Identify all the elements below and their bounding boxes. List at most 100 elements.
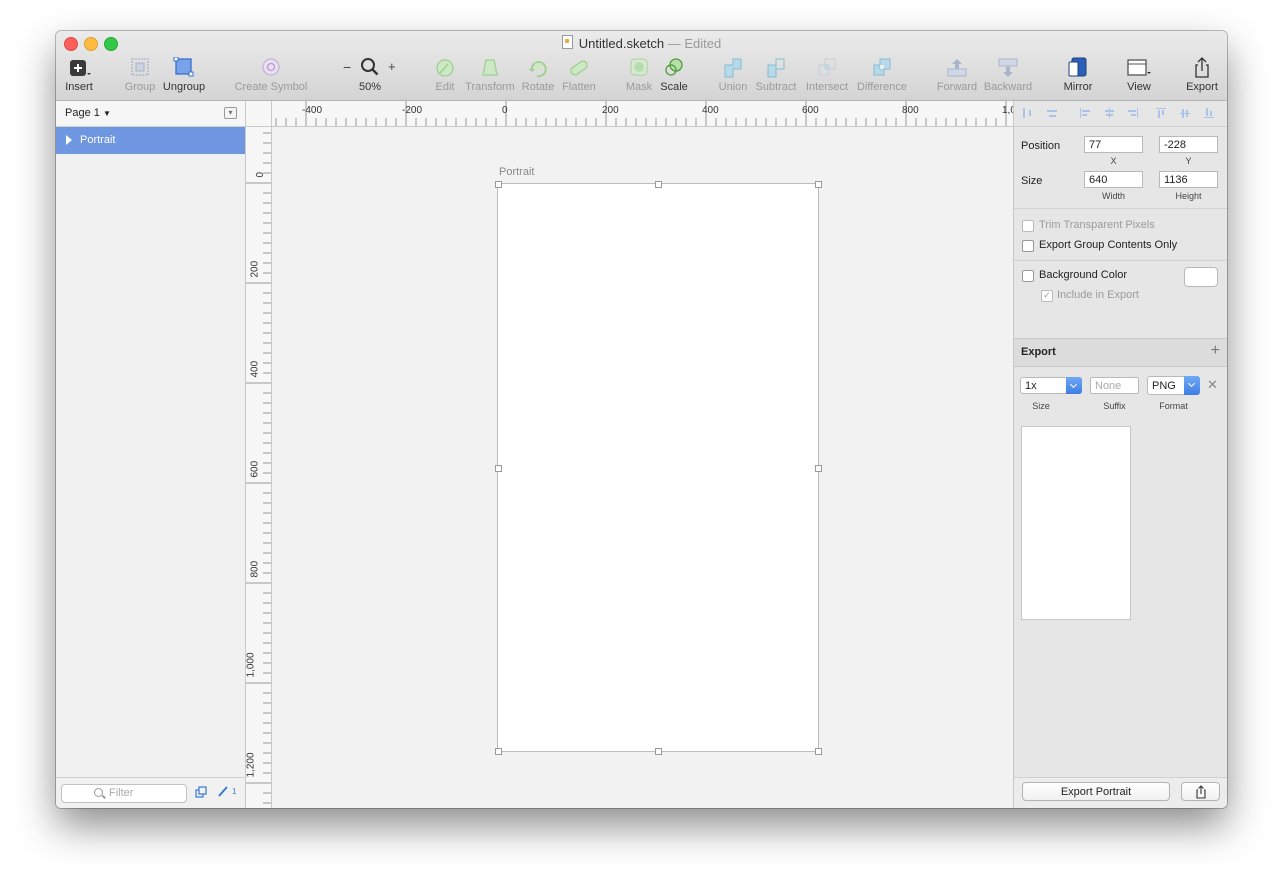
scale-button[interactable]: Scale bbox=[658, 57, 690, 93]
zoom-control: − + 50% bbox=[340, 57, 400, 93]
union-icon bbox=[721, 57, 745, 79]
disclosure-triangle-icon[interactable] bbox=[66, 135, 72, 145]
resize-handle[interactable] bbox=[495, 465, 502, 472]
title-separator: — bbox=[667, 36, 681, 51]
ruler-label: 0 bbox=[502, 105, 508, 116]
magnifier-icon bbox=[360, 57, 380, 82]
zoom-out-button[interactable]: − bbox=[343, 59, 351, 75]
background-color-swatch[interactable] bbox=[1184, 267, 1218, 287]
export-size-select[interactable]: 1x bbox=[1020, 377, 1082, 394]
ruler-label: 0 bbox=[255, 171, 267, 178]
resize-handle[interactable] bbox=[495, 748, 502, 755]
align-right-icon[interactable] bbox=[1128, 108, 1138, 118]
canvas[interactable]: -400 -200 0 200 400 600 800 1,0 0 200 40… bbox=[246, 101, 1013, 808]
filter-input[interactable]: Filter bbox=[61, 784, 187, 803]
mask-button[interactable]: Mask bbox=[624, 57, 654, 93]
group-icon bbox=[128, 57, 152, 79]
format-select[interactable]: PNG bbox=[1147, 376, 1200, 395]
sketch-document-icon bbox=[561, 35, 573, 49]
background-color-checkbox[interactable] bbox=[1022, 270, 1034, 282]
subtract-button[interactable]: Subtract bbox=[754, 57, 798, 93]
distribute-vertical-icon[interactable] bbox=[1047, 108, 1057, 118]
page-selector[interactable]: Page 1 ▼ ▾ bbox=[56, 101, 245, 127]
symbols-filter-icon[interactable] bbox=[195, 786, 208, 801]
height-field[interactable]: 1136 bbox=[1159, 171, 1218, 188]
pages-menu-icon[interactable]: ▾ bbox=[224, 107, 237, 119]
rotate-icon bbox=[526, 57, 550, 79]
remove-export-icon[interactable]: ✕ bbox=[1207, 377, 1218, 393]
height-caption: Height bbox=[1175, 191, 1202, 201]
zoom-level: 50% bbox=[358, 81, 382, 93]
group-button[interactable]: Group bbox=[122, 57, 158, 93]
resize-handle[interactable] bbox=[815, 181, 822, 188]
size-label: Size bbox=[1021, 175, 1043, 187]
size-caption: Size bbox=[1032, 401, 1050, 411]
artboard[interactable] bbox=[495, 181, 822, 755]
horizontal-ruler[interactable]: -400 -200 0 200 400 600 800 1,0 bbox=[246, 101, 1013, 127]
artboard-title[interactable]: Portrait bbox=[499, 166, 534, 178]
ruler-label: 1,0 bbox=[1002, 105, 1013, 116]
subtract-icon bbox=[764, 57, 788, 79]
edit-button[interactable]: Edit bbox=[430, 57, 460, 93]
rotate-button[interactable]: Rotate bbox=[520, 57, 556, 93]
width-field[interactable]: 640 bbox=[1084, 171, 1143, 188]
transform-button[interactable]: Transform bbox=[464, 57, 516, 93]
vertical-ruler[interactable]: 0 200 400 600 800 1,000 1,200 bbox=[246, 101, 272, 808]
divider bbox=[1014, 260, 1227, 261]
resize-handle[interactable] bbox=[655, 181, 662, 188]
trim-transparent-label: Trim Transparent Pixels bbox=[1039, 219, 1155, 231]
resize-handle[interactable] bbox=[655, 748, 662, 755]
zoom-in-button[interactable]: + bbox=[388, 59, 396, 74]
layer-item-artboard[interactable]: Portrait bbox=[56, 127, 245, 154]
view-button[interactable]: View bbox=[1122, 57, 1156, 93]
export-portrait-button[interactable]: Export Portrait bbox=[1022, 782, 1170, 801]
send-backward-icon bbox=[996, 57, 1020, 79]
difference-icon bbox=[870, 57, 894, 79]
export-group-contents-label: Export Group Contents Only bbox=[1039, 239, 1178, 251]
align-left-icon[interactable] bbox=[1080, 108, 1090, 118]
forward-button[interactable]: Forward bbox=[936, 57, 978, 93]
union-button[interactable]: Union bbox=[716, 57, 750, 93]
search-icon bbox=[94, 788, 103, 797]
trim-transparent-checkbox[interactable] bbox=[1022, 220, 1034, 232]
resize-handle[interactable] bbox=[495, 181, 502, 188]
ungroup-button[interactable]: Ungroup bbox=[162, 56, 206, 93]
include-in-export-checkbox[interactable]: ✓ bbox=[1041, 290, 1053, 302]
suffix-input[interactable]: None bbox=[1090, 377, 1139, 394]
page-name: Page 1 bbox=[65, 107, 100, 119]
resize-handle[interactable] bbox=[815, 465, 822, 472]
distribute-horizontal-icon[interactable] bbox=[1023, 108, 1033, 118]
share-icon bbox=[1190, 57, 1214, 79]
backward-button[interactable]: Backward bbox=[982, 57, 1034, 93]
background-color-label: Background Color bbox=[1039, 269, 1128, 281]
transform-icon bbox=[478, 57, 502, 79]
align-top-icon[interactable] bbox=[1156, 108, 1166, 118]
ruler-label: 200 bbox=[249, 260, 261, 278]
y-position-field[interactable]: -228 bbox=[1159, 136, 1218, 153]
align-center-icon[interactable] bbox=[1104, 108, 1114, 118]
alignment-toolbar bbox=[1014, 101, 1227, 127]
mirror-button[interactable]: Mirror bbox=[1060, 57, 1096, 93]
x-position-field[interactable]: 77 bbox=[1084, 136, 1143, 153]
ruler-label: -400 bbox=[302, 105, 323, 116]
slices-filter-icon[interactable] bbox=[217, 785, 229, 801]
intersect-button[interactable]: Intersect bbox=[802, 57, 852, 93]
flatten-button[interactable]: Flatten bbox=[560, 57, 598, 93]
layer-label: Portrait bbox=[80, 134, 116, 146]
resize-handle[interactable] bbox=[815, 748, 822, 755]
share-export-button[interactable] bbox=[1181, 782, 1220, 801]
ruler-label: 600 bbox=[802, 105, 819, 116]
export-group-contents-checkbox[interactable] bbox=[1022, 240, 1034, 252]
export-button[interactable]: Export bbox=[1184, 57, 1220, 93]
ruler-corner bbox=[246, 101, 272, 127]
align-middle-icon[interactable] bbox=[1180, 108, 1190, 118]
filename: Untitled.sketch bbox=[578, 36, 665, 51]
insert-button[interactable]: Insert bbox=[62, 57, 96, 93]
ungroup-icon bbox=[172, 56, 196, 79]
add-export-icon[interactable]: + bbox=[1211, 342, 1220, 360]
difference-button[interactable]: Difference bbox=[856, 57, 908, 93]
inspector-footer: Export Portrait bbox=[1014, 777, 1227, 808]
align-bottom-icon[interactable] bbox=[1204, 108, 1214, 118]
create-symbol-button[interactable]: Create Symbol bbox=[234, 57, 308, 93]
layers-sidebar: Page 1 ▼ ▾ Portrait Filter 1 bbox=[56, 101, 246, 808]
